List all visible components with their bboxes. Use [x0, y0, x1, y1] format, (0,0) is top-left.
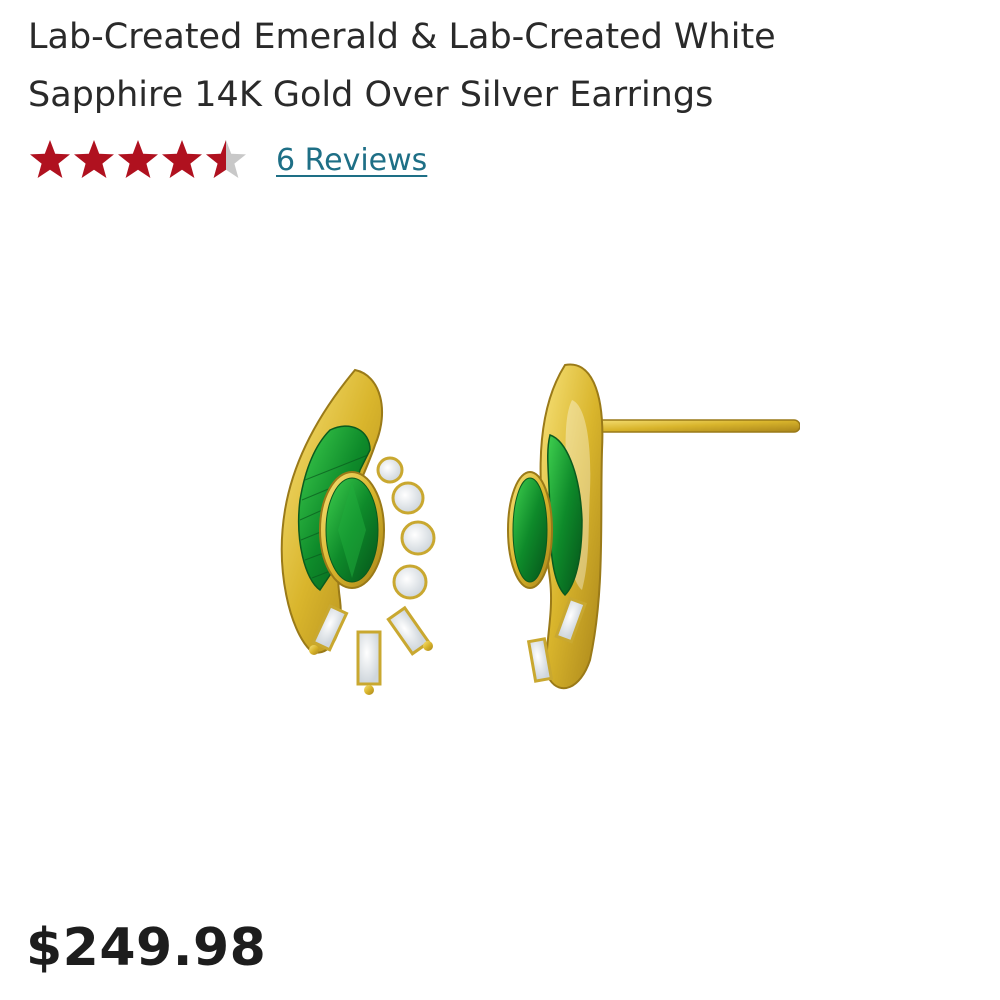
product-price: $249.98 — [26, 918, 267, 978]
reviews-link[interactable]: 6 Reviews — [276, 143, 427, 178]
product-image[interactable] — [240, 340, 801, 710]
product-title: Lab-Created Emerald & Lab-Created White … — [28, 17, 776, 115]
left-earring — [280, 368, 436, 695]
product-page: Lab-Created Emerald & Lab-Created White … — [0, 0, 1000, 1000]
earrings-image — [280, 363, 801, 695]
rating-row: 6 Reviews — [28, 136, 427, 184]
star-5-half-icon — [206, 140, 246, 178]
star-rating — [28, 138, 250, 182]
star-3-icon — [118, 140, 158, 178]
right-earring — [507, 363, 801, 690]
star-2-icon — [74, 140, 114, 178]
star-rating-graphic — [30, 140, 246, 178]
star-4-icon — [162, 140, 202, 178]
star-1-icon — [30, 140, 70, 178]
